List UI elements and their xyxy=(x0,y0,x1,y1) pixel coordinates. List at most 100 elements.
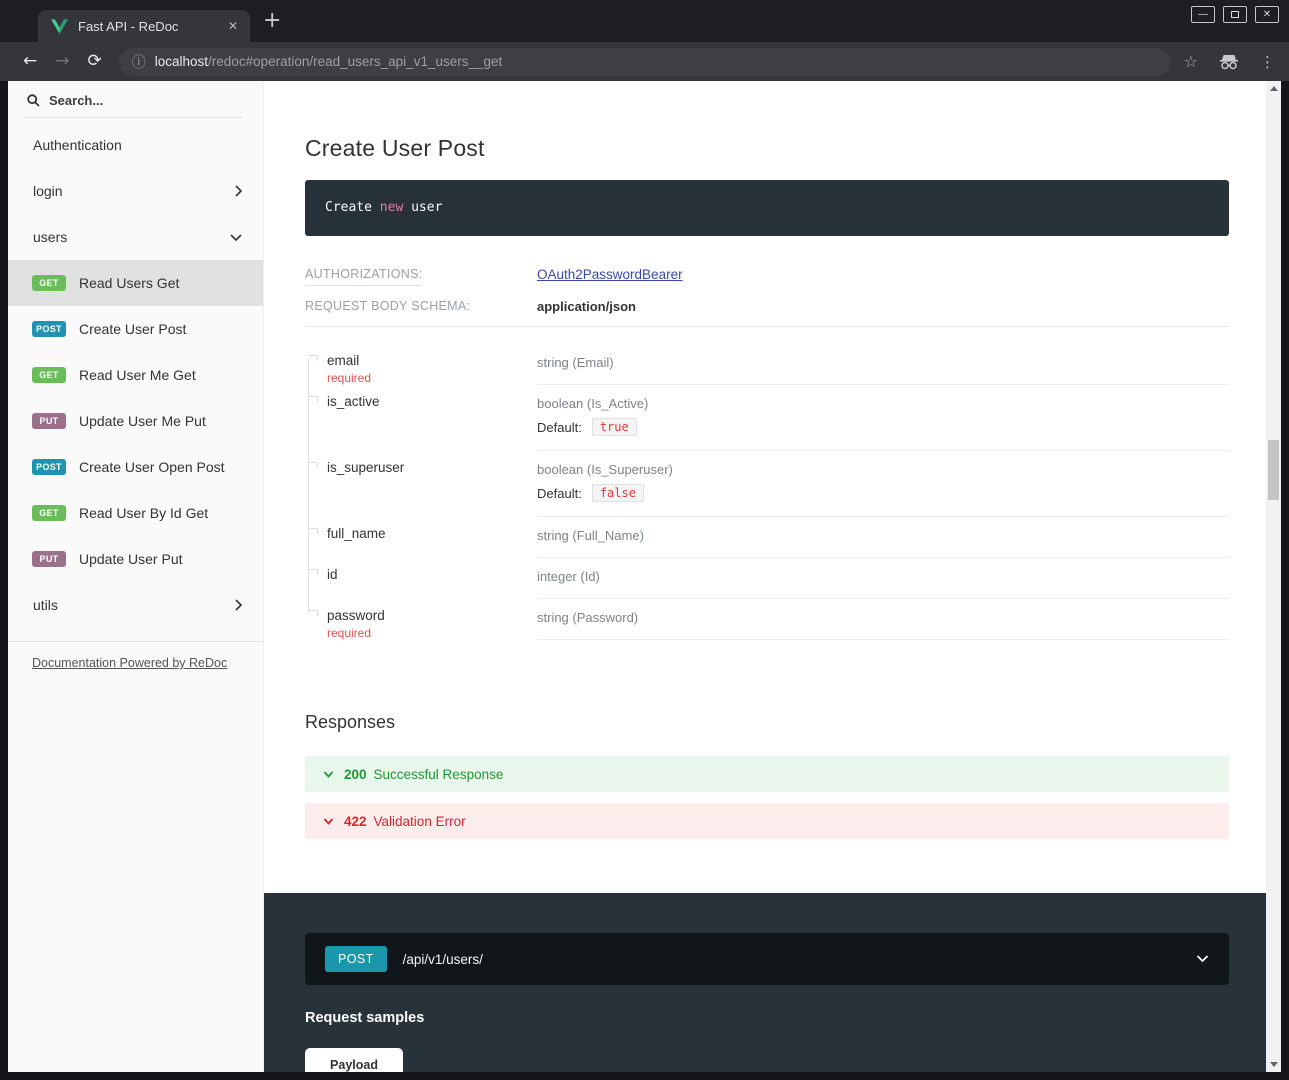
search-icon xyxy=(27,94,40,107)
field-name: full_name xyxy=(327,526,386,541)
sidebar-item-users[interactable]: users xyxy=(8,214,263,260)
new-tab-button[interactable]: + xyxy=(263,8,281,33)
method-badge-get: GET xyxy=(32,367,66,383)
page-scrollbar[interactable] xyxy=(1266,81,1281,1072)
browser-tab[interactable]: Fast API - ReDoc ✕ xyxy=(38,10,250,42)
field-name: password xyxy=(327,608,385,623)
bookmark-star-icon[interactable]: ☆ xyxy=(1184,52,1198,71)
browser-menu-icon[interactable]: ⋮ xyxy=(1260,53,1275,71)
sidebar-endpoint-create-user-open-post[interactable]: POST Create User Open Post xyxy=(8,444,263,490)
tab-strip: Fast API - ReDoc ✕ + — ✕ xyxy=(0,0,1289,42)
sidebar-item-login[interactable]: login xyxy=(8,168,263,214)
reload-icon[interactable]: ⟳ xyxy=(88,53,102,70)
redoc-footer-link[interactable]: Documentation Powered by ReDoc xyxy=(32,656,227,670)
field-type: boolean (Is_Superuser) Default: false xyxy=(537,451,1229,517)
operation-doc: Create User Post Create new user AUTHORI… xyxy=(264,135,1266,839)
code-keyword: new xyxy=(380,200,403,215)
browser-toolbar: ← → ⟳ ⓘ localhost/redoc#operation/read_u… xyxy=(0,42,1289,81)
sidebar-item-authentication[interactable]: Authentication xyxy=(8,122,263,168)
chevron-right-icon xyxy=(234,598,243,612)
back-icon[interactable]: ← xyxy=(23,53,37,70)
method-badge-put: PUT xyxy=(32,413,66,429)
sidebar-item-utils[interactable]: utils xyxy=(8,582,263,628)
schema-field-full-name: full_name string (Full_Name) xyxy=(305,517,1229,558)
response-code: 422 xyxy=(344,814,367,829)
required-flag: required xyxy=(327,626,537,640)
forward-icon[interactable]: → xyxy=(55,53,69,70)
request-body-label: REQUEST BODY SCHEMA: xyxy=(305,299,537,313)
schema-field-email: email required string (Email) xyxy=(305,344,1229,385)
chevron-right-icon xyxy=(234,184,243,198)
sidebar-endpoint-update-user-put[interactable]: PUT Update User Put xyxy=(8,536,263,582)
sidebar-footer: Documentation Powered by ReDoc xyxy=(8,642,263,684)
chevron-down-icon xyxy=(323,818,334,825)
default-value-row: Default: false xyxy=(537,484,1229,502)
default-value-chip: false xyxy=(592,484,644,502)
url-host: localhost xyxy=(155,54,208,69)
redoc-favicon-icon xyxy=(51,19,68,34)
schema-field-id: id integer (Id) xyxy=(305,558,1229,599)
method-badge-post: POST xyxy=(32,459,66,475)
response-label: Validation Error xyxy=(374,814,466,829)
sidebar-endpoint-update-user-me-put[interactable]: PUT Update User Me Put xyxy=(8,398,263,444)
field-type: string (Email) xyxy=(537,344,1229,385)
search-row xyxy=(8,81,263,108)
response-label: Successful Response xyxy=(374,767,504,782)
operation-description-code: Create new user xyxy=(305,180,1229,236)
chevron-down-icon xyxy=(1196,955,1209,963)
endpoint-dropdown[interactable]: POST /api/v1/users/ xyxy=(305,933,1229,985)
site-info-icon[interactable]: ⓘ xyxy=(132,52,146,72)
request-body-media-type: application/json xyxy=(537,299,636,314)
method-badge-put: PUT xyxy=(32,551,66,567)
address-bar[interactable]: ⓘ localhost/redoc#operation/read_users_a… xyxy=(119,48,1170,76)
endpoint-path: /api/v1/users/ xyxy=(403,952,483,967)
sidebar-endpoint-read-users-get[interactable]: GET Read Users Get xyxy=(8,260,263,306)
search-input[interactable] xyxy=(49,93,219,108)
field-type: string (Full_Name) xyxy=(537,517,1229,558)
chevron-down-icon xyxy=(323,771,334,778)
minimize-button[interactable]: — xyxy=(1191,6,1215,23)
maximize-button[interactable] xyxy=(1223,6,1247,23)
field-type: boolean (Is_Active) Default: true xyxy=(537,385,1229,451)
scrollbar-thumb[interactable] xyxy=(1268,440,1279,500)
default-value-chip: true xyxy=(592,418,637,436)
required-flag: required xyxy=(327,371,537,385)
schema-field-is-active: is_active boolean (Is_Active) Default: t… xyxy=(305,385,1229,451)
sidebar-endpoint-read-user-by-id-get[interactable]: GET Read User By Id Get xyxy=(8,490,263,536)
field-name: email xyxy=(327,353,359,368)
scroll-up-arrow[interactable] xyxy=(1266,81,1281,96)
request-body-row: REQUEST BODY SCHEMA: application/json xyxy=(305,299,1229,327)
window-controls: — ✕ xyxy=(1191,6,1279,23)
field-type: string (Password) xyxy=(537,599,1229,640)
request-body-schema: email required string (Email) is_active … xyxy=(305,344,1229,640)
field-name: is_active xyxy=(327,394,380,409)
field-type: integer (Id) xyxy=(537,558,1229,599)
close-button[interactable]: ✕ xyxy=(1255,6,1279,23)
tab-title: Fast API - ReDoc xyxy=(78,19,228,34)
method-badge-get: GET xyxy=(32,275,66,291)
request-samples-heading: Request samples xyxy=(305,1010,1229,1026)
authorizations-row: AUTHORIZATIONS: OAuth2PasswordBearer xyxy=(305,267,1229,282)
oauth2-link[interactable]: OAuth2PasswordBearer xyxy=(537,267,683,282)
sidebar-endpoint-read-user-me-get[interactable]: GET Read User Me Get xyxy=(8,352,263,398)
scroll-down-arrow[interactable] xyxy=(1266,1057,1281,1072)
main-content: Create User Post Create new user AUTHORI… xyxy=(264,81,1266,1072)
page: Authentication login users GET Read User… xyxy=(8,81,1281,1072)
responses-heading: Responses xyxy=(305,712,1229,733)
response-422-row[interactable]: 422 Validation Error xyxy=(305,803,1229,839)
operation-title: Create User Post xyxy=(305,135,1229,162)
field-name: id xyxy=(327,567,338,582)
incognito-icon xyxy=(1218,54,1240,70)
request-samples-panel: POST /api/v1/users/ Request samples Payl… xyxy=(264,893,1266,1072)
method-badge-post: POST xyxy=(32,321,66,337)
toolbar-right: ☆ ⋮ xyxy=(1184,52,1275,71)
schema-field-is-superuser: is_superuser boolean (Is_Superuser) Defa… xyxy=(305,451,1229,517)
payload-tab[interactable]: Payload xyxy=(305,1048,403,1072)
sidebar-endpoint-create-user-post[interactable]: POST Create User Post xyxy=(8,306,263,352)
method-badge-get: GET xyxy=(32,505,66,521)
sidebar: Authentication login users GET Read User… xyxy=(8,81,264,1072)
response-200-row[interactable]: 200 Successful Response xyxy=(305,756,1229,792)
url-path: /redoc#operation/read_users_api_v1_users… xyxy=(208,54,502,69)
tab-close-icon[interactable]: ✕ xyxy=(228,19,238,33)
authorizations-label: AUTHORIZATIONS: xyxy=(305,267,537,281)
